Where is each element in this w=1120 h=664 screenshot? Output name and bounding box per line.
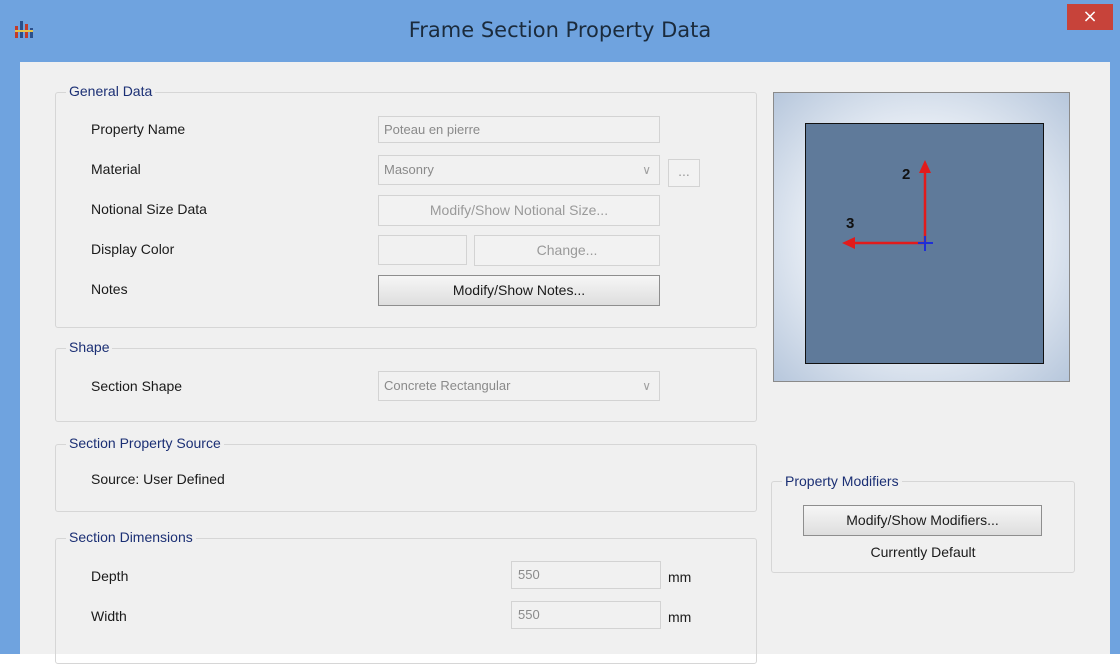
property-modifiers-title: Property Modifiers xyxy=(782,473,902,489)
material-more-button[interactable]: ... xyxy=(668,159,700,187)
dialog-window: Frame Section Property Data × General Da… xyxy=(0,0,1120,664)
display-color-label: Display Color xyxy=(91,241,175,257)
shape-group: Shape Section Shape Concrete Rectangular… xyxy=(55,339,757,422)
notional-size-button[interactable]: Modify/Show Notional Size... xyxy=(378,195,660,226)
close-button[interactable]: × xyxy=(1067,4,1113,30)
material-select[interactable]: Masonry ∨ xyxy=(378,155,660,185)
change-color-button[interactable]: Change... xyxy=(474,235,660,266)
depth-field[interactable]: 550 xyxy=(511,561,661,589)
width-field[interactable]: 550 xyxy=(511,601,661,629)
property-name-field[interactable]: Poteau en pierre xyxy=(378,116,660,143)
width-label: Width xyxy=(91,608,127,624)
section-preview-shape: 2 3 xyxy=(805,123,1044,364)
section-shape-select[interactable]: Concrete Rectangular ∨ xyxy=(378,371,660,401)
axis-3-label: 3 xyxy=(846,215,854,232)
axis-2-arrowhead xyxy=(919,160,931,173)
section-shape-label: Section Shape xyxy=(91,378,183,394)
section-preview: 2 3 xyxy=(773,92,1070,382)
general-data-group: General Data Property Name Poteau en pie… xyxy=(55,83,757,328)
notes-label: Notes xyxy=(91,281,128,297)
dialog-client-area: General Data Property Name Poteau en pie… xyxy=(20,62,1110,664)
local-axes-diagram: 2 3 xyxy=(842,160,933,251)
chevron-down-icon: ∨ xyxy=(642,163,651,177)
property-name-label: Property Name xyxy=(91,121,186,137)
depth-unit: mm xyxy=(668,569,692,585)
section-property-source-title: Section Property Source xyxy=(66,435,224,451)
axis-2-label: 2 xyxy=(902,166,910,183)
material-select-value: Masonry xyxy=(384,162,434,177)
chevron-down-icon: ∨ xyxy=(642,379,651,393)
general-data-title: General Data xyxy=(66,83,156,99)
source-text: Source: User Defined xyxy=(91,471,225,487)
modifiers-status: Currently Default xyxy=(870,544,976,560)
section-property-source-group: Section Property Source Source: User Def… xyxy=(55,435,757,512)
section-shape-value: Concrete Rectangular xyxy=(384,378,511,393)
section-dimensions-group: Section Dimensions Depth 550 mm Width 55… xyxy=(55,529,757,664)
modify-modifiers-button[interactable]: Modify/Show Modifiers... xyxy=(803,505,1042,536)
axis-3-arrowhead xyxy=(842,237,855,249)
title-bar[interactable]: Frame Section Property Data × xyxy=(0,0,1120,62)
window-title: Frame Section Property Data xyxy=(408,18,712,42)
depth-label: Depth xyxy=(91,568,129,584)
property-modifiers-group: Property Modifiers Modify/Show Modifiers… xyxy=(771,473,1075,573)
shape-title: Shape xyxy=(66,339,113,355)
notes-button[interactable]: Modify/Show Notes... xyxy=(378,275,660,306)
display-color-swatch xyxy=(378,235,467,265)
notional-size-label: Notional Size Data xyxy=(91,201,207,217)
material-label: Material xyxy=(91,161,141,177)
width-unit: mm xyxy=(668,609,692,625)
section-dimensions-title: Section Dimensions xyxy=(66,529,196,545)
